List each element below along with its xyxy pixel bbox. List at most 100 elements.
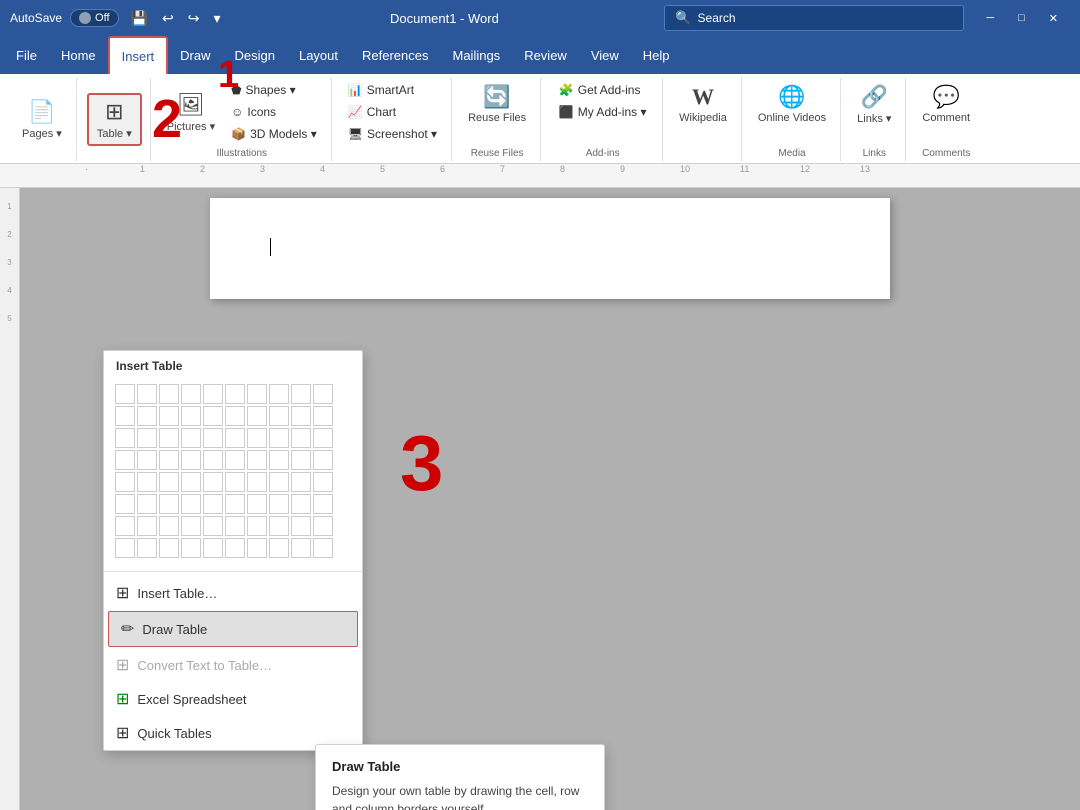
grid-cell-2-3[interactable] <box>181 428 201 448</box>
grid-cell-1-2[interactable] <box>159 406 179 426</box>
grid-cell-5-0[interactable] <box>115 494 135 514</box>
grid-cell-6-8[interactable] <box>291 516 311 536</box>
grid-cell-0-6[interactable] <box>247 384 267 404</box>
close-btn[interactable]: ✕ <box>1037 8 1070 29</box>
menu-home[interactable]: Home <box>49 36 108 74</box>
search-bar[interactable]: 🔍 Search <box>664 5 964 31</box>
grid-cell-3-1[interactable] <box>137 450 157 470</box>
grid-cell-5-6[interactable] <box>247 494 267 514</box>
undo-icon[interactable]: ↩ <box>158 8 178 29</box>
grid-cell-2-6[interactable] <box>247 428 267 448</box>
grid-cell-1-0[interactable] <box>115 406 135 426</box>
grid-cell-4-5[interactable] <box>225 472 245 492</box>
menu-help[interactable]: Help <box>631 36 682 74</box>
grid-cell-3-2[interactable] <box>159 450 179 470</box>
grid-cell-3-8[interactable] <box>291 450 311 470</box>
grid-cell-2-2[interactable] <box>159 428 179 448</box>
getaddins-button[interactable]: 🧩 Get Add-ins <box>553 80 653 100</box>
table-button[interactable]: ⊞ Table ▾ <box>87 93 142 146</box>
grid-cell-2-1[interactable] <box>137 428 157 448</box>
grid-cell-0-3[interactable] <box>181 384 201 404</box>
grid-cell-6-9[interactable] <box>313 516 333 536</box>
grid-cell-5-1[interactable] <box>137 494 157 514</box>
chart-button[interactable]: 📈 Chart <box>342 102 443 122</box>
menu-layout[interactable]: Layout <box>287 36 350 74</box>
grid-cell-4-4[interactable] <box>203 472 223 492</box>
grid-cell-0-2[interactable] <box>159 384 179 404</box>
grid-cell-6-7[interactable] <box>269 516 289 536</box>
document-page[interactable] <box>210 198 890 299</box>
menu-design[interactable]: Design <box>223 36 287 74</box>
grid-cell-1-9[interactable] <box>313 406 333 426</box>
grid-cell-4-9[interactable] <box>313 472 333 492</box>
menu-draw[interactable]: Draw <box>168 36 222 74</box>
comment-button[interactable]: 💬 Comment <box>916 80 976 128</box>
grid-cell-3-5[interactable] <box>225 450 245 470</box>
grid-cell-5-5[interactable] <box>225 494 245 514</box>
grid-cell-2-5[interactable] <box>225 428 245 448</box>
grid-cell-1-8[interactable] <box>291 406 311 426</box>
menu-mailings[interactable]: Mailings <box>441 36 513 74</box>
grid-cell-4-8[interactable] <box>291 472 311 492</box>
grid-cell-1-5[interactable] <box>225 406 245 426</box>
grid-cell-1-1[interactable] <box>137 406 157 426</box>
grid-cell-5-2[interactable] <box>159 494 179 514</box>
grid-cell-0-5[interactable] <box>225 384 245 404</box>
grid-cell-1-6[interactable] <box>247 406 267 426</box>
grid-cell-5-9[interactable] <box>313 494 333 514</box>
smartart-button[interactable]: 📊 SmartArt <box>342 80 443 100</box>
grid-cell-0-9[interactable] <box>313 384 333 404</box>
menu-references[interactable]: References <box>350 36 440 74</box>
grid-cell-5-3[interactable] <box>181 494 201 514</box>
grid-cell-7-0[interactable] <box>115 538 135 558</box>
autosave-toggle[interactable]: Off <box>70 9 118 27</box>
grid-cell-4-1[interactable] <box>137 472 157 492</box>
minimize-btn[interactable]: ─ <box>974 8 1006 29</box>
menu-insert[interactable]: Insert <box>108 36 169 74</box>
grid-cell-7-9[interactable] <box>313 538 333 558</box>
pictures-button[interactable]: 🖼 Pictures ▾ <box>161 88 221 137</box>
grid-cell-3-0[interactable] <box>115 450 135 470</box>
shapes-button[interactable]: ⬟ Shapes ▾ <box>225 80 323 100</box>
grid-cell-5-7[interactable] <box>269 494 289 514</box>
grid-cell-3-6[interactable] <box>247 450 267 470</box>
onlinevideos-button[interactable]: 🌐 Online Videos <box>752 80 832 128</box>
draw-table-item[interactable]: ✏ Draw Table <box>108 611 358 647</box>
grid-cell-1-3[interactable] <box>181 406 201 426</box>
grid-cell-0-4[interactable] <box>203 384 223 404</box>
grid-cell-5-8[interactable] <box>291 494 311 514</box>
grid-cell-7-8[interactable] <box>291 538 311 558</box>
grid-cell-7-7[interactable] <box>269 538 289 558</box>
grid-cell-7-2[interactable] <box>159 538 179 558</box>
maximize-btn[interactable]: □ <box>1006 8 1037 29</box>
grid-cell-7-4[interactable] <box>203 538 223 558</box>
grid-cell-5-4[interactable] <box>203 494 223 514</box>
grid-cell-2-8[interactable] <box>291 428 311 448</box>
menu-review[interactable]: Review <box>512 36 579 74</box>
grid-cell-1-7[interactable] <box>269 406 289 426</box>
insert-table-item[interactable]: ⊞ Insert Table… <box>104 576 362 610</box>
grid-cell-6-6[interactable] <box>247 516 267 536</box>
grid-cell-0-8[interactable] <box>291 384 311 404</box>
grid-cell-4-6[interactable] <box>247 472 267 492</box>
grid-cell-6-5[interactable] <box>225 516 245 536</box>
pages-button[interactable]: 📄 Pages ▾ <box>16 95 68 144</box>
icons-button[interactable]: ☺ Icons <box>225 102 323 122</box>
grid-cell-6-2[interactable] <box>159 516 179 536</box>
grid-cell-2-0[interactable] <box>115 428 135 448</box>
grid-cell-7-5[interactable] <box>225 538 245 558</box>
excel-spreadsheet-item[interactable]: ⊞ Excel Spreadsheet <box>104 682 362 716</box>
grid-cell-3-4[interactable] <box>203 450 223 470</box>
grid-cell-0-0[interactable] <box>115 384 135 404</box>
quick-access-dropdown[interactable]: ▾ <box>209 8 224 29</box>
screenshot-button[interactable]: 🖥 Screenshot ▾ <box>342 124 443 144</box>
grid-cell-2-4[interactable] <box>203 428 223 448</box>
grid-cell-4-2[interactable] <box>159 472 179 492</box>
grid-cell-3-9[interactable] <box>313 450 333 470</box>
grid-cell-6-0[interactable] <box>115 516 135 536</box>
grid-cell-4-7[interactable] <box>269 472 289 492</box>
menu-view[interactable]: View <box>579 36 631 74</box>
grid-cell-4-3[interactable] <box>181 472 201 492</box>
grid-cell-2-9[interactable] <box>313 428 333 448</box>
grid-cell-4-0[interactable] <box>115 472 135 492</box>
